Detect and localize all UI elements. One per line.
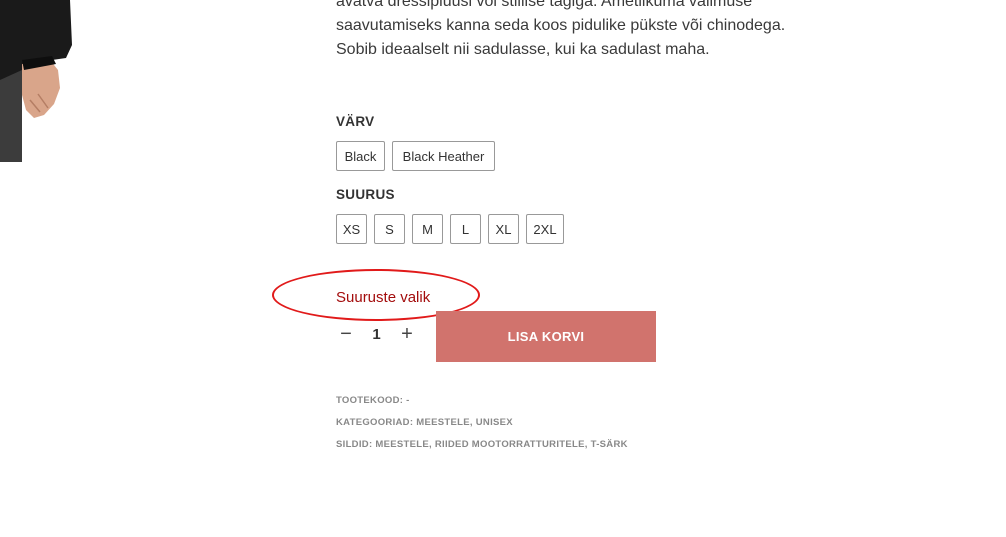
size-label: SUURUS [336, 187, 395, 202]
product-description: avatva dressipluusi või stiilise tagiga.… [336, 0, 806, 62]
plus-icon[interactable]: + [397, 318, 417, 350]
tags-row: SILDID: MEESTELE, RIIDED MOOTORRATTURITE… [336, 439, 628, 450]
description-line: Sobib ideaalselt nii sadulasse, kui ka s… [336, 41, 710, 58]
size-option-xs[interactable]: XS [336, 214, 367, 244]
categories-label: KATEGOORIAD: [336, 417, 414, 428]
size-option-m[interactable]: M [412, 214, 443, 244]
quantity-value[interactable]: 1 [356, 326, 397, 343]
quantity-stepper: − 1 + [336, 318, 417, 350]
size-option-l[interactable]: L [450, 214, 481, 244]
add-to-cart-button[interactable]: LISA KORVI [436, 311, 656, 362]
categories-row: KATEGOORIAD: MEESTELE, UNISEX [336, 417, 513, 428]
color-option-black-heather[interactable]: Black Heather [392, 141, 495, 171]
size-guide-link[interactable]: Suuruste valik [336, 289, 430, 306]
sku-value: - [406, 395, 410, 406]
category-link[interactable]: MEESTELE [416, 417, 470, 428]
description-line: avatva dressipluusi või stiilise tagiga.… [336, 0, 753, 10]
size-options: XS S M L XL 2XL [336, 214, 571, 244]
tag-link[interactable]: MEESTELE [375, 439, 429, 450]
tag-link[interactable]: RIIDED MOOTORRATTURITELE [435, 439, 585, 450]
color-label: VÄRV [336, 114, 375, 129]
product-image [0, 0, 80, 162]
size-option-2xl[interactable]: 2XL [526, 214, 564, 244]
color-options: Black Black Heather [336, 141, 502, 171]
size-option-xl[interactable]: XL [488, 214, 519, 244]
minus-icon[interactable]: − [336, 318, 356, 350]
size-option-s[interactable]: S [374, 214, 405, 244]
category-link[interactable]: UNISEX [476, 417, 513, 428]
tag-link[interactable]: T-SÄRK [591, 439, 628, 450]
tags-label: SILDID: [336, 439, 373, 450]
color-option-black[interactable]: Black [336, 141, 385, 171]
sku-row: TOOTEKOOD: - [336, 395, 410, 406]
sku-label: TOOTEKOOD: [336, 395, 404, 406]
description-line: saavutamiseks kanna seda koos pidulike p… [336, 17, 786, 34]
